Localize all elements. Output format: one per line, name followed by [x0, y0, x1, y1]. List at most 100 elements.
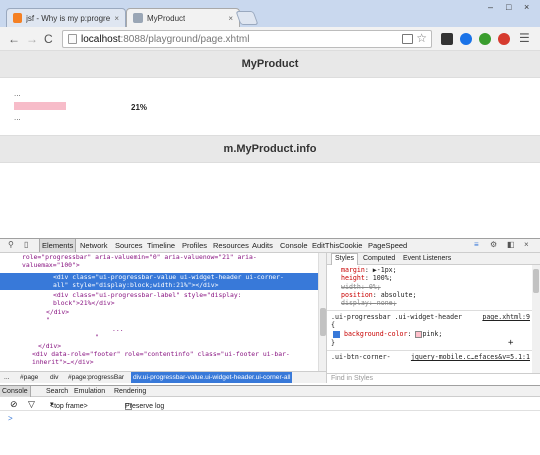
- console-toolbar: ⊘ ▽ <top frame> ▾ Preserve log: [0, 397, 540, 411]
- rule-brace: {: [331, 321, 335, 329]
- css-value: none;: [376, 299, 397, 307]
- property-checkbox[interactable]: [333, 330, 340, 338]
- breadcrumb-item[interactable]: #page:progressBar: [68, 374, 124, 381]
- dom-line[interactable]: valuemax="100">: [22, 261, 80, 269]
- minimize-button[interactable]: –: [488, 2, 493, 12]
- close-devtools-icon[interactable]: ×: [524, 240, 529, 250]
- tab-network[interactable]: Network: [80, 241, 108, 250]
- drawer-tab-console[interactable]: Console: [0, 386, 31, 397]
- rule-separator: [327, 310, 540, 311]
- tab-editthiscookie[interactable]: EditThisCookie: [312, 241, 362, 250]
- dock-side-icon[interactable]: ◧: [507, 240, 515, 250]
- reload-button[interactable]: C: [44, 32, 53, 46]
- tab-console[interactable]: Console: [280, 241, 308, 250]
- css-value: pink;: [422, 330, 443, 338]
- drawer-tabbar: Console Search Emulation Rendering: [0, 385, 540, 397]
- devtools-panel: ⚲ ▯ Elements Network Sources Timeline Pr…: [0, 238, 540, 455]
- tab-event-listeners[interactable]: Event Listeners: [403, 255, 451, 264]
- tab-audits[interactable]: Audits: [252, 241, 273, 250]
- tab-styles[interactable]: Styles: [331, 253, 359, 265]
- clear-console-icon[interactable]: ⊘: [10, 399, 18, 410]
- cast-icon[interactable]: [402, 34, 413, 44]
- close-tab-icon[interactable]: ×: [228, 14, 233, 23]
- tab-pagespeed[interactable]: PageSpeed: [368, 241, 407, 250]
- css-source-link[interactable]: page.xhtml:9: [482, 313, 530, 322]
- page-title: MyProduct: [241, 58, 299, 70]
- page-footer: m.MyProduct.info: [0, 135, 540, 163]
- css-value: 0%;: [368, 283, 381, 291]
- rule-brace: }: [331, 339, 335, 347]
- css-selector[interactable]: .ui-btn-corner-: [331, 353, 391, 362]
- css-value: 100%;: [372, 274, 393, 282]
- evernote-icon[interactable]: [479, 33, 491, 45]
- tab-jsf-question[interactable]: jsf - Why is my p:progress ×: [6, 8, 126, 27]
- add-property-icon[interactable]: +: [508, 339, 513, 348]
- dom-line[interactable]: block">21%</div>: [53, 299, 115, 307]
- tab-myproduct[interactable]: MyProduct ×: [126, 8, 240, 27]
- breadcrumb-item[interactable]: ...: [4, 374, 10, 381]
- selected-dom-node[interactable]: <div class="ui-progressbar-value ui-widg…: [0, 273, 318, 290]
- breadcrumb-item-selected[interactable]: div.ui-progressbar-value.ui-widget-heade…: [131, 372, 293, 383]
- page-viewport: MyProduct ... 21% ... m.MyProduct.info: [0, 50, 540, 238]
- console-prompt[interactable]: >: [8, 414, 13, 423]
- breadcrumb: ... #page div #page:progressBar div.ui-p…: [0, 371, 326, 383]
- tab-elements[interactable]: Elements: [39, 239, 77, 252]
- ellipsis-text: ...: [14, 113, 21, 122]
- drawer-tab-rendering[interactable]: Rendering: [114, 388, 146, 395]
- css-name: height: [341, 274, 365, 282]
- styles-pane: Styles Computed Event Listeners margin: …: [326, 253, 540, 383]
- find-in-styles-input[interactable]: Find in Styles: [327, 373, 540, 383]
- forward-button[interactable]: →: [26, 32, 38, 46]
- css-property-overridden[interactable]: display: none;: [341, 299, 397, 308]
- show-drawer-icon[interactable]: ≡: [474, 240, 479, 250]
- extension-icon[interactable]: [441, 33, 453, 45]
- breadcrumb-item[interactable]: #page: [20, 374, 38, 381]
- dom-line[interactable]: all" style="display:block;width:21%"></d…: [53, 281, 218, 289]
- css-source-link[interactable]: jquery-mobile.c…efaces&v=5.1:1: [411, 353, 530, 362]
- bookmark-star-icon[interactable]: ☆: [416, 31, 427, 45]
- close-window-button[interactable]: ×: [524, 2, 529, 12]
- tab-timeline[interactable]: Timeline: [147, 241, 175, 250]
- settings-gear-icon[interactable]: ⚙: [490, 240, 497, 250]
- device-mode-icon[interactable]: ▯: [24, 240, 28, 250]
- tab-profiles[interactable]: Profiles: [182, 241, 207, 250]
- breadcrumb-item[interactable]: div: [50, 374, 58, 381]
- styles-tabbar: Styles Computed Event Listeners: [327, 253, 540, 265]
- footer-title: m.MyProduct.info: [223, 143, 317, 155]
- dom-line[interactable]: ": [95, 333, 99, 341]
- tab-resources[interactable]: Resources: [213, 241, 249, 250]
- maximize-button[interactable]: □: [506, 2, 511, 12]
- css-name: margin: [341, 266, 365, 274]
- styles-scrollbar[interactable]: [532, 265, 540, 373]
- tab-computed[interactable]: Computed: [363, 255, 395, 264]
- back-button[interactable]: ←: [8, 32, 20, 46]
- close-tab-icon[interactable]: ×: [114, 14, 119, 23]
- drawer-tab-emulation[interactable]: Emulation: [74, 388, 105, 395]
- extension-icon[interactable]: [498, 33, 510, 45]
- url-host: localhost: [81, 33, 121, 45]
- frame-select[interactable]: <top frame> ▾: [50, 400, 88, 410]
- extension-icon[interactable]: [460, 33, 472, 45]
- dom-line[interactable]: ...: [112, 325, 124, 333]
- new-tab-button[interactable]: [235, 11, 259, 25]
- dom-line[interactable]: ": [46, 316, 50, 324]
- page-info-icon[interactable]: [68, 34, 77, 44]
- css-property[interactable]: background-color: pink;: [333, 330, 442, 339]
- css-name: background-color: [343, 330, 408, 338]
- elements-scrollbar[interactable]: [318, 253, 326, 371]
- page-header: MyProduct: [0, 50, 540, 78]
- menu-icon[interactable]: ☰: [519, 31, 530, 45]
- devtools-tabbar: ⚲ ▯ Elements Network Sources Timeline Pr…: [0, 239, 540, 253]
- elements-tree[interactable]: role="progressbar" aria-valuemin="0" ari…: [0, 253, 326, 371]
- inspect-element-icon[interactable]: ⚲: [8, 240, 14, 250]
- address-bar[interactable]: localhost:8088/playground/page.xhtml ☆: [62, 30, 432, 48]
- filter-icon[interactable]: ▽: [28, 399, 35, 410]
- dom-line[interactable]: inherit">…</div>: [32, 358, 94, 366]
- css-property[interactable]: height: 100%;: [341, 274, 393, 283]
- scrollbar-thumb[interactable]: [533, 269, 539, 293]
- tab-sources[interactable]: Sources: [115, 241, 143, 250]
- css-name: display: [341, 299, 369, 307]
- drawer-tab-search[interactable]: Search: [46, 388, 68, 395]
- css-selector[interactable]: .ui-progressbar .ui-widget-header: [331, 313, 462, 322]
- css-name: position: [341, 291, 373, 299]
